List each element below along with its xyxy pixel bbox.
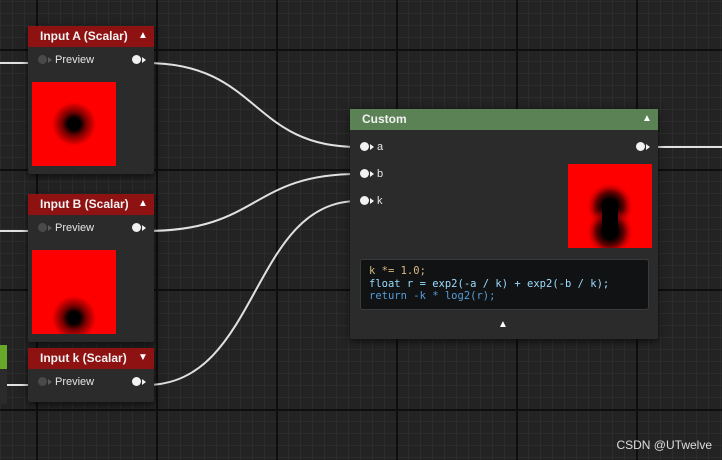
port-arrow-icon: [370, 171, 374, 177]
node-graph-canvas[interactable]: Input A (Scalar) ▲ Preview Input B (Scal…: [0, 0, 722, 460]
input-port[interactable]: [38, 55, 47, 64]
node-input-k-header[interactable]: Input k (Scalar) ▼: [28, 348, 154, 369]
port-row-preview: Preview: [28, 215, 154, 241]
node-input-k[interactable]: Input k (Scalar) ▼ Preview: [28, 348, 154, 402]
node-title: Input B (Scalar): [40, 197, 129, 211]
expand-chevron-up-icon[interactable]: ▲: [498, 319, 508, 330]
node-title: Custom: [362, 112, 407, 126]
port-label: Preview: [55, 54, 95, 66]
input-port[interactable]: [38, 223, 47, 232]
code-line-1: k *= 1.0;: [369, 265, 426, 277]
port-row-preview: Preview: [28, 47, 154, 73]
preview-image: [32, 82, 116, 166]
port-arrow-icon: [48, 225, 52, 231]
node-title: Input k (Scalar): [40, 351, 127, 365]
offscreen-node-body: [0, 369, 7, 404]
port-arrow-icon: [370, 198, 374, 204]
code-line-3: return -k * log2(r);: [369, 290, 496, 302]
node-input-a[interactable]: Input A (Scalar) ▲ Preview: [28, 26, 154, 174]
port-arrow-icon: [48, 379, 52, 385]
preview-image: [32, 250, 116, 334]
input-port-k[interactable]: [360, 196, 369, 205]
port-arrow-icon: [142, 225, 146, 231]
node-input-b[interactable]: Input B (Scalar) ▲ Preview: [28, 194, 154, 342]
output-port[interactable]: [132, 377, 141, 386]
node-custom-header[interactable]: Custom ▲: [350, 109, 658, 130]
port-label: Preview: [55, 222, 95, 234]
port-arrow-icon: [48, 57, 52, 63]
input-port-a[interactable]: [360, 142, 369, 151]
wire-b-to-custom-b[interactable]: [145, 173, 359, 232]
code-line-2: float r = exp2(-a / k) + exp2(-b / k);: [369, 277, 610, 290]
port-label: Preview: [55, 376, 95, 388]
input-row-a: a: [350, 134, 658, 160]
expand-chevron-down-icon[interactable]: ▼: [136, 351, 150, 365]
input-port[interactable]: [38, 377, 47, 386]
port-row-preview: Preview: [28, 369, 154, 395]
offscreen-node-header[interactable]: [0, 345, 7, 369]
output-port[interactable]: [132, 55, 141, 64]
port-arrow-icon: [646, 144, 650, 150]
input-label-k: k: [377, 195, 383, 207]
port-arrow-icon: [370, 144, 374, 150]
collapse-chevron-up-icon[interactable]: ▲: [136, 197, 150, 211]
port-arrow-icon: [142, 379, 146, 385]
node-title: Input A (Scalar): [40, 29, 128, 43]
port-arrow-icon: [142, 57, 146, 63]
collapse-chevron-up-icon[interactable]: ▲: [136, 29, 150, 43]
collapse-chevron-up-icon[interactable]: ▲: [640, 112, 654, 126]
node-custom[interactable]: Custom ▲ a b k k *= 1.0; float r = exp2(…: [350, 109, 658, 339]
input-port-b[interactable]: [360, 169, 369, 178]
custom-code-editor[interactable]: k *= 1.0; float r = exp2(-a / k) + exp2(…: [360, 259, 649, 310]
wire-k-to-custom-k[interactable]: [145, 200, 359, 386]
node-input-b-header[interactable]: Input B (Scalar) ▲: [28, 194, 154, 215]
preview-image: [568, 164, 652, 248]
watermark-text: CSDN @UTwelve: [616, 438, 712, 452]
output-port[interactable]: [636, 142, 645, 151]
input-label-b: b: [377, 168, 384, 180]
node-input-a-header[interactable]: Input A (Scalar) ▲: [28, 26, 154, 47]
input-label-a: a: [377, 141, 384, 153]
wire-a-to-custom-a[interactable]: [145, 62, 359, 148]
output-port[interactable]: [132, 223, 141, 232]
